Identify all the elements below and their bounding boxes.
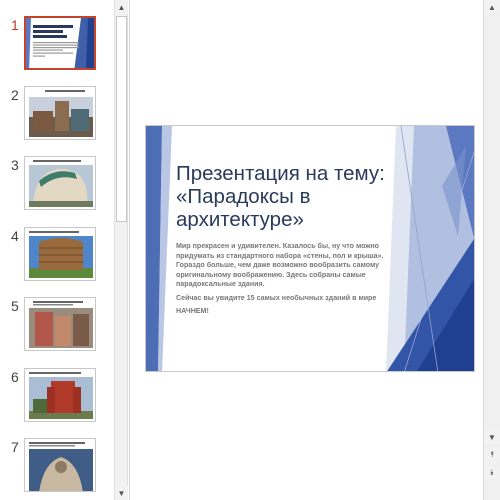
slide-thumbnail-3[interactable] — [24, 156, 96, 210]
scroll-up-arrow-icon[interactable]: ▲ — [484, 0, 500, 14]
slide-thumbnail-5[interactable] — [24, 297, 96, 351]
current-slide[interactable]: Презентация на тему: «Парадоксы в архите… — [145, 125, 475, 372]
slide-title-line: «Парадоксы в — [176, 185, 311, 208]
slide-thumbnail-image — [25, 87, 95, 139]
slide-thumbnail-image — [25, 157, 95, 209]
slide-body-text[interactable]: Мир прекрасен и удивителен. Казалось бы,… — [176, 242, 402, 321]
thumbnail-number: 4 — [11, 228, 19, 244]
slide-thumbnail-1[interactable] — [24, 16, 96, 70]
thumbnail-number: 2 — [11, 87, 19, 103]
slide-title[interactable]: Презентация на тему: «Парадоксы в архите… — [176, 162, 411, 231]
thumbnail-number: 3 — [11, 157, 19, 173]
scroll-down-arrow-icon[interactable]: ▼ — [115, 486, 128, 500]
slide-thumbnail-image — [25, 369, 95, 421]
slide-thumbnail-image — [25, 228, 95, 280]
thumbnail-scrollbar[interactable]: ▲ ▼ — [114, 0, 128, 500]
slide-title-line: Презентация на тему: — [176, 162, 385, 185]
slide-body-paragraph: Сейчас вы увидите 15 самых необычных зда… — [176, 293, 377, 302]
thumbnail-number: 6 — [11, 369, 19, 385]
thumbnail-number: 7 — [11, 439, 19, 455]
slide-thumbnail-4[interactable] — [24, 227, 96, 281]
previous-slide-icon[interactable]: ⯭ — [484, 448, 500, 462]
thumbnail-scroll-thumb[interactable] — [116, 16, 127, 222]
slide-thumbnail-2[interactable] — [24, 86, 96, 140]
slide-thumbnail-pane: 1 2 3 4 5 6 7 — [0, 0, 114, 500]
slide-thumbnail-6[interactable] — [24, 368, 96, 422]
slide-thumbnail-image — [26, 18, 94, 68]
next-slide-icon[interactable]: ⯯ — [484, 466, 500, 480]
slide-body-paragraph: НАЧНЕМ! — [176, 307, 209, 315]
editor-scrollbar[interactable]: ▲ ▼ ⯭ ⯯ — [483, 0, 500, 500]
slide-thumbnail-image — [25, 298, 95, 350]
scroll-up-arrow-icon[interactable]: ▲ — [115, 0, 128, 14]
slide-thumbnail-image — [25, 439, 95, 491]
scroll-down-arrow-icon[interactable]: ▼ — [484, 430, 500, 444]
thumbnail-number: 5 — [11, 298, 19, 314]
slide-editor-pane: Презентация на тему: «Парадоксы в архите… — [129, 0, 483, 500]
slide-body-paragraph: Мир прекрасен и удивителен. Казалось бы,… — [176, 242, 384, 288]
slide-title-line: архитектуре» — [176, 208, 304, 231]
slide-thumbnail-7[interactable] — [24, 438, 96, 492]
powerpoint-window: 1 2 3 4 5 6 7 ▲ ▼ Презентация на тему: «… — [0, 0, 500, 500]
thumbnail-number: 1 — [11, 17, 19, 33]
